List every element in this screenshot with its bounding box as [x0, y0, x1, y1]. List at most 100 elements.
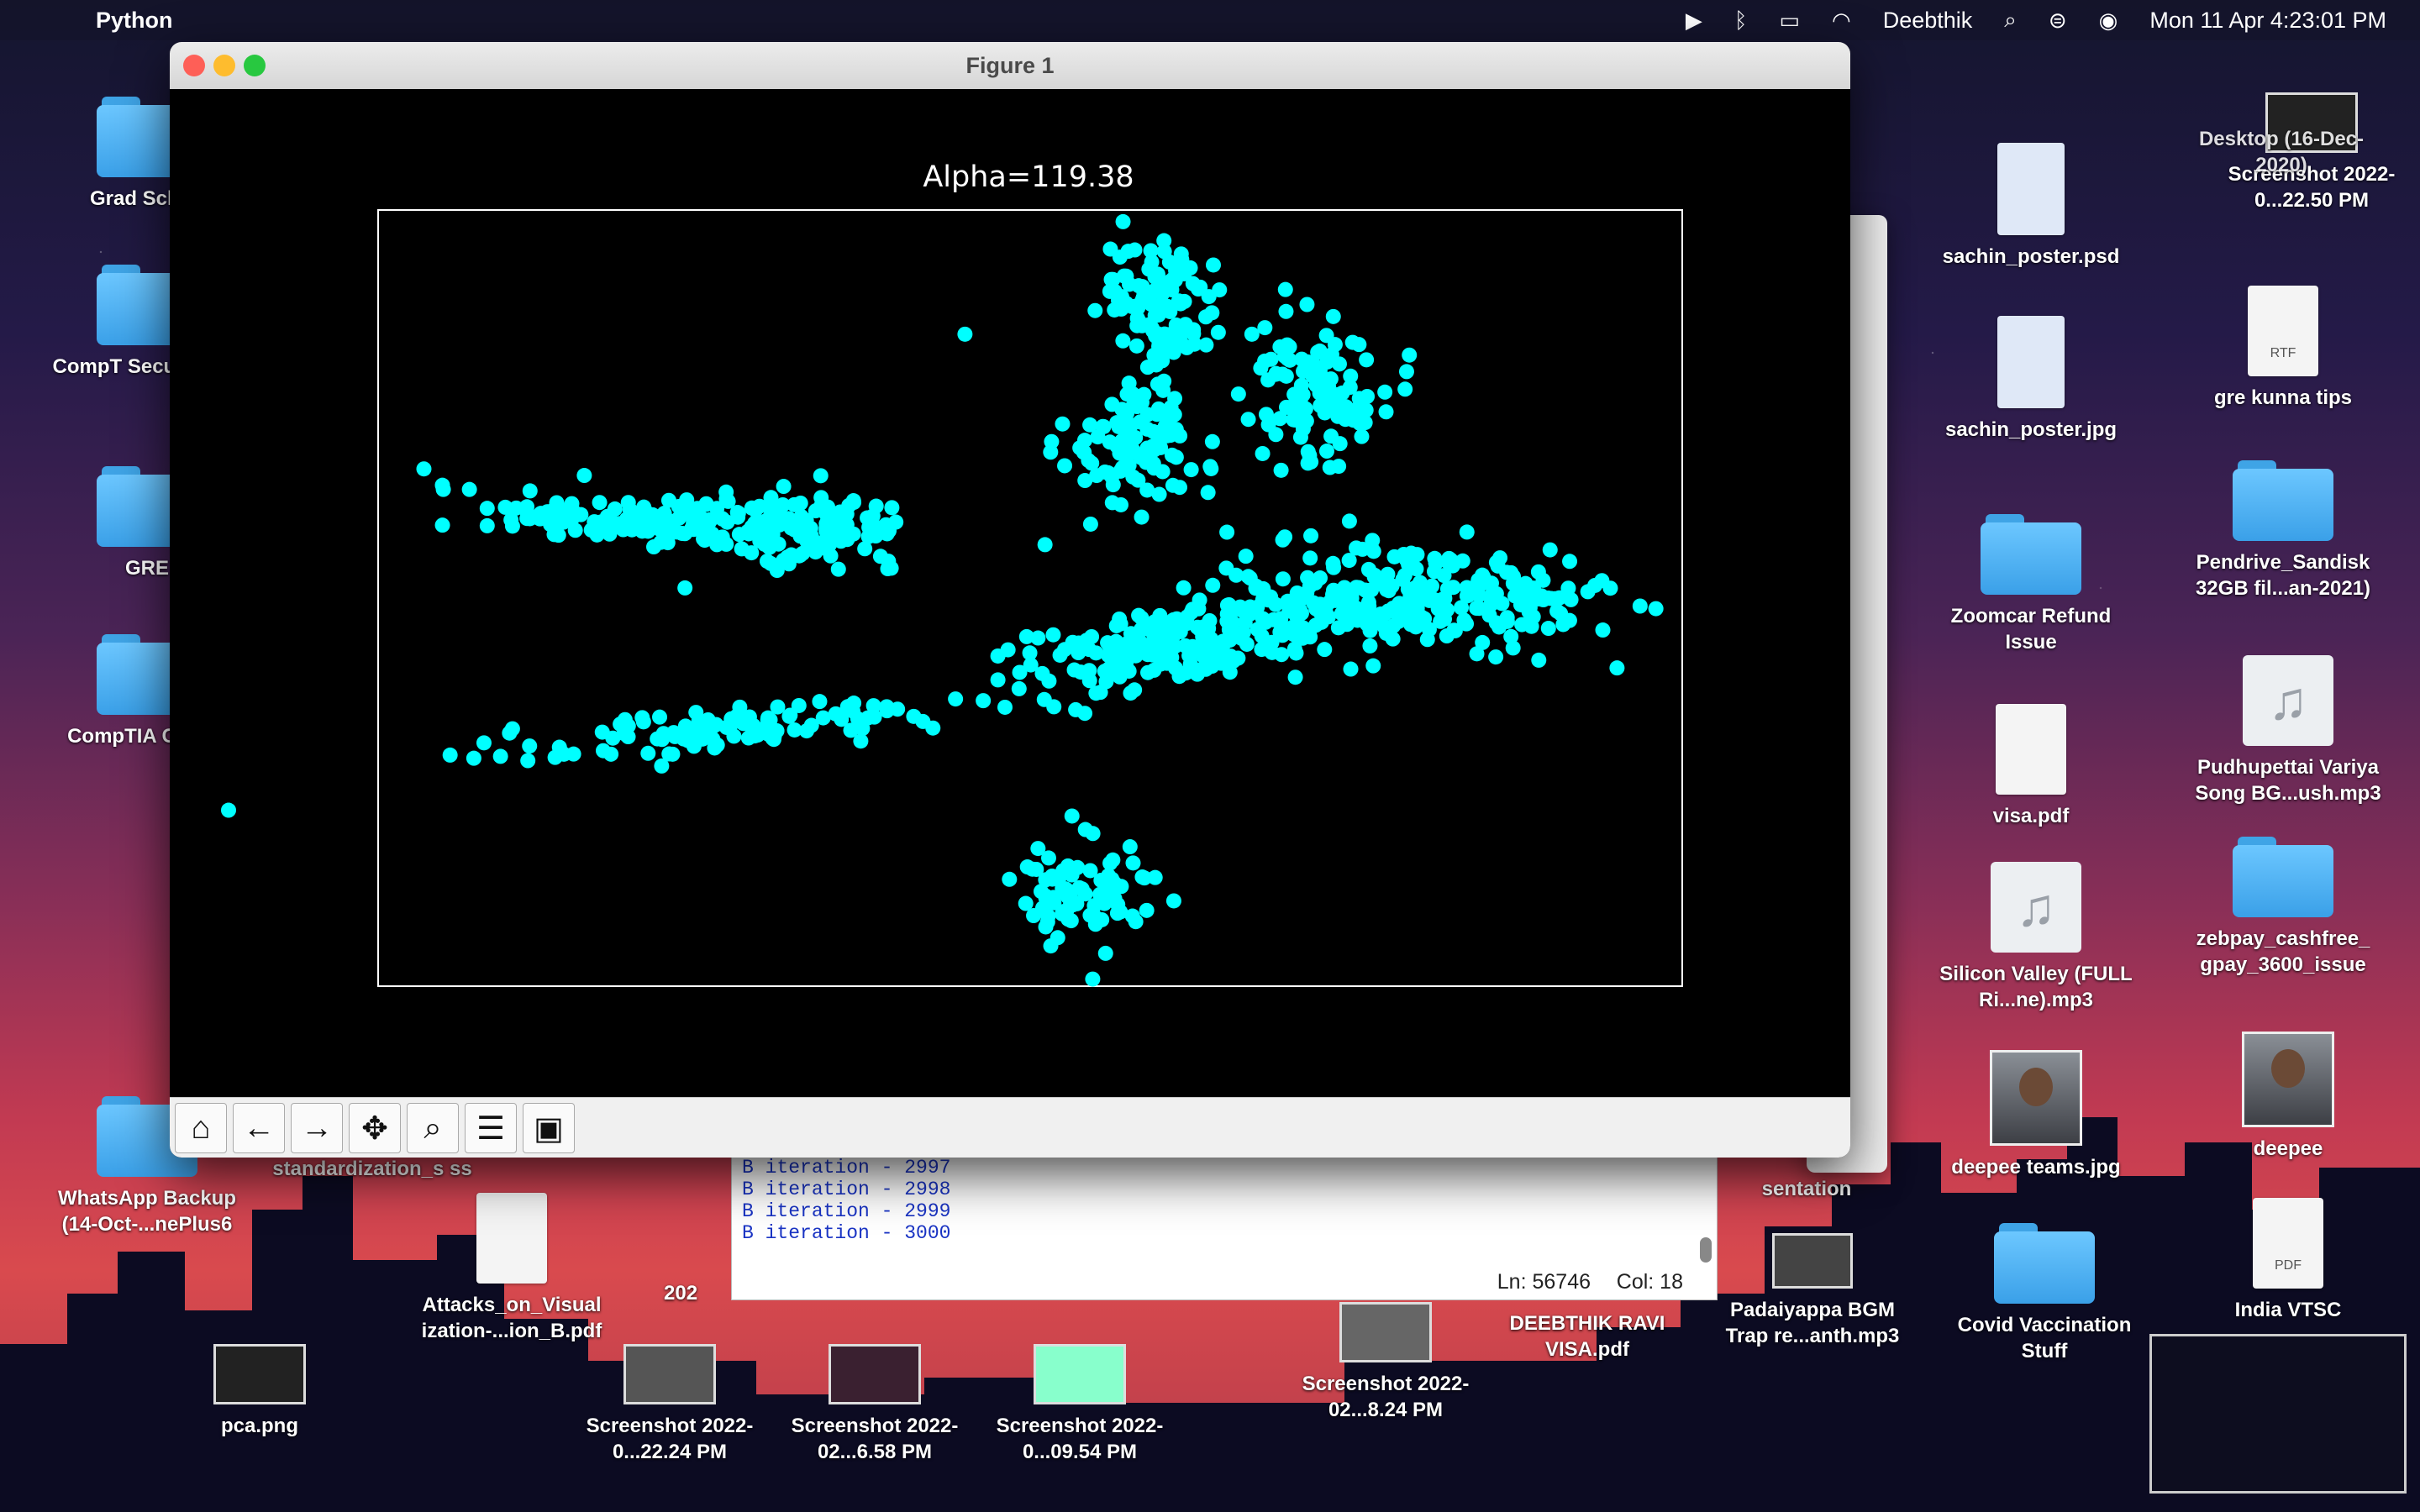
screenshot-preview-thumbnail[interactable]	[2149, 1334, 2407, 1494]
app-menu-python[interactable]: Python	[96, 8, 173, 34]
scatter-point	[442, 747, 458, 763]
scatter-point	[1204, 433, 1220, 449]
wifi-icon[interactable]: ◠	[1832, 8, 1851, 34]
console-line: B iteration - 3000	[742, 1222, 951, 1244]
home-icon[interactable]: ⌂	[175, 1103, 227, 1153]
scatter-point	[1165, 477, 1181, 493]
rtf-document-icon: RTF	[2248, 286, 2318, 376]
scatter-point	[776, 479, 792, 495]
desktop-file[interactable]: sachin_poster.jpg	[1926, 316, 2136, 443]
desktop-file[interactable]: ♫ Silicon Valley (FULL Ri...ne).mp3	[1931, 862, 2141, 1013]
plot-area[interactable]: Alpha=119.38	[170, 89, 1850, 1139]
scatter-point	[1357, 582, 1373, 598]
desktop-file[interactable]: RTF gre kunna tips	[2178, 286, 2388, 411]
scatter-point	[1278, 303, 1294, 319]
figure-window[interactable]: Figure 1 Alpha=119.38 ⌂ ← → ✥ ⌕ ☰ ▣	[170, 42, 1850, 1158]
scatter-point	[1136, 386, 1152, 402]
configure-subplots-icon[interactable]: ☰	[465, 1103, 517, 1153]
desktop-file[interactable]: Screenshot 2022-0...09.54 PM	[975, 1344, 1185, 1465]
bluetooth-icon[interactable]: ᛒ	[1734, 8, 1748, 34]
folder-icon	[2233, 460, 2333, 541]
scatter-point	[1386, 618, 1402, 634]
console-output: B iteration - 2997 B iteration - 2998 B …	[742, 1157, 950, 1244]
desktop-file[interactable]: deepee teams.jpg	[1931, 1050, 2141, 1180]
scatter-point	[1299, 297, 1315, 312]
music-file-icon: ♫	[2243, 655, 2333, 746]
scatter-point	[552, 501, 568, 517]
scatter-point	[883, 560, 899, 576]
scatter-point	[1113, 496, 1128, 512]
scatter-point	[1331, 459, 1347, 475]
play-icon[interactable]: ▶	[1686, 8, 1702, 34]
pan-icon[interactable]: ✥	[349, 1103, 401, 1153]
scatter-point	[1424, 578, 1440, 594]
scatter-point	[1144, 254, 1160, 270]
desktop-folder[interactable]: Pendrive_Sandisk 32GB fil...an-2021)	[2178, 460, 2388, 601]
scatter-point	[1165, 893, 1181, 909]
desktop-file[interactable]: DEEBTHIK RAVI VISA.pdf	[1482, 1310, 1692, 1362]
desktop-file[interactable]: Screenshot 2022-02...8.24 PM	[1281, 1302, 1491, 1423]
siri-icon[interactable]: ◉	[2099, 8, 2118, 34]
desktop-folder[interactable]: zebpay_cashfree_ gpay_3600_issue	[2178, 837, 2388, 978]
user-name[interactable]: Deebthik	[1883, 8, 1973, 34]
scatter-point	[1273, 462, 1289, 478]
scatter-point	[1163, 278, 1179, 294]
save-icon[interactable]: ▣	[523, 1103, 575, 1153]
desktop-file[interactable]: PDF India VTSC	[2183, 1198, 2393, 1323]
desktop-file[interactable]: Attacks_on_Visual ization-...ion_B.pdf	[407, 1193, 617, 1344]
scatter-point	[1181, 648, 1197, 664]
scatter-point	[1361, 603, 1377, 619]
scatter-point	[1139, 482, 1155, 498]
scatter-point	[1609, 660, 1625, 676]
console-scrollbar[interactable]	[1700, 1237, 1712, 1263]
scatter-point	[1128, 338, 1144, 354]
desktop-file[interactable]: visa.pdf	[1926, 704, 2136, 829]
desktop-file[interactable]: ♫ Pudhupettai Variya Song BG...ush.mp3	[2183, 655, 2393, 806]
desktop-file[interactable]: standardization_s ss	[267, 1156, 477, 1182]
scatter-point	[749, 523, 765, 539]
scatter-point	[1200, 485, 1216, 501]
scatter-point	[1147, 869, 1163, 885]
scatter-point	[1119, 448, 1135, 464]
scatter-point	[697, 533, 713, 549]
scatter-point	[1378, 404, 1394, 420]
scatter-point	[1101, 648, 1117, 664]
control-center-icon[interactable]: ⊜	[2049, 8, 2067, 34]
console-window[interactable]: B iteration - 2997 B iteration - 2998 B …	[731, 1152, 1718, 1300]
scatter-plot[interactable]: Alpha=119.38	[170, 89, 1850, 1097]
title-bar[interactable]: Figure 1	[170, 42, 1850, 90]
scatter-point	[1197, 660, 1213, 676]
desktop-file[interactable]: Screenshot 2022-0...22.24 PM	[565, 1344, 775, 1465]
desktop-folder[interactable]: Zoomcar Refund Issue	[1926, 514, 2136, 655]
desktop-file[interactable]: Padaiyappa BGM Trap re...anth.mp3	[1707, 1233, 1918, 1349]
forward-arrow-icon[interactable]: →	[291, 1103, 343, 1153]
back-arrow-icon[interactable]: ←	[233, 1103, 285, 1153]
scatter-point	[1085, 971, 1101, 987]
spotlight-search-icon[interactable]: ⌕	[2004, 7, 2017, 34]
scatter-point	[1088, 685, 1104, 701]
scatter-point	[221, 802, 237, 818]
desktop-file[interactable]: sentation	[1723, 1176, 1891, 1202]
desktop-folder[interactable]: Covid Vaccination Stuff	[1939, 1223, 2149, 1364]
scatter-point	[1178, 665, 1194, 681]
desktop-file[interactable]: sachin_poster.psd	[1926, 143, 2136, 270]
icon-label: 202	[664, 1282, 698, 1305]
icon-label: Screenshot 2022-0...22.24 PM	[586, 1415, 754, 1463]
desktop-file[interactable]: pca.png	[155, 1344, 365, 1439]
desktop-file[interactable]: Screenshot 2022-02...6.58 PM	[770, 1344, 980, 1465]
scatter-point	[1134, 610, 1150, 626]
scatter-point	[1254, 642, 1270, 658]
image-thumbnail-icon	[213, 1344, 306, 1404]
scatter-point	[1297, 586, 1313, 602]
battery-icon[interactable]: ▭	[1779, 8, 1800, 34]
desktop-folder[interactable]: Desktop (16-Dec-2020)	[2176, 126, 2386, 178]
scatter-point	[1475, 634, 1491, 650]
scatter-point	[640, 745, 656, 761]
desktop-file[interactable]: deepee	[2183, 1032, 2393, 1162]
icon-label: visa.pdf	[1992, 805, 2070, 827]
scatter-points	[221, 213, 1664, 987]
clock[interactable]: Mon 11 Apr 4:23:01 PM	[2149, 8, 2386, 34]
zoom-icon[interactable]: ⌕	[407, 1103, 459, 1153]
scatter-point	[607, 501, 623, 517]
scatter-point	[1288, 645, 1304, 661]
